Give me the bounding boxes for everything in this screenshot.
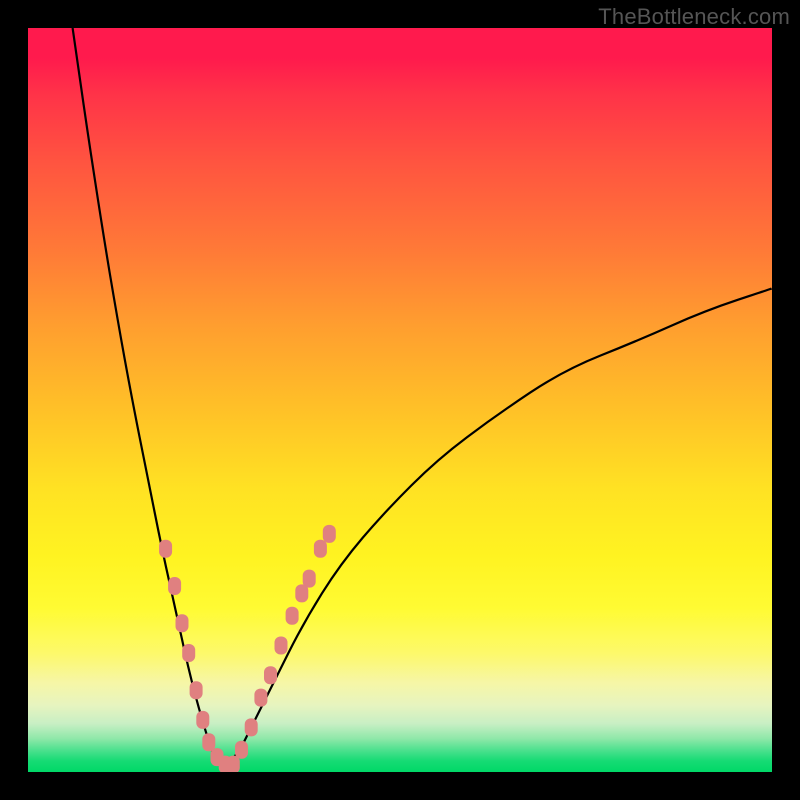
data-marker xyxy=(176,614,189,632)
data-marker xyxy=(235,741,248,759)
curve-layer xyxy=(73,28,772,763)
data-marker xyxy=(245,718,258,736)
data-marker xyxy=(159,540,172,558)
watermark-text: TheBottleneck.com xyxy=(598,4,790,30)
data-marker xyxy=(275,637,288,655)
plot-area xyxy=(28,28,772,772)
data-marker xyxy=(254,689,267,707)
chart-svg xyxy=(28,28,772,772)
data-marker xyxy=(314,540,327,558)
data-marker xyxy=(303,570,316,588)
data-marker xyxy=(264,666,277,684)
data-marker xyxy=(323,525,336,543)
chart-frame: TheBottleneck.com xyxy=(0,0,800,800)
data-marker xyxy=(202,733,215,751)
data-marker xyxy=(190,681,203,699)
bottleneck-curve xyxy=(73,28,772,763)
data-marker xyxy=(182,644,195,662)
marker-layer xyxy=(159,525,336,772)
data-marker xyxy=(286,607,299,625)
data-marker xyxy=(196,711,209,729)
data-marker xyxy=(168,577,181,595)
data-marker xyxy=(227,756,240,772)
